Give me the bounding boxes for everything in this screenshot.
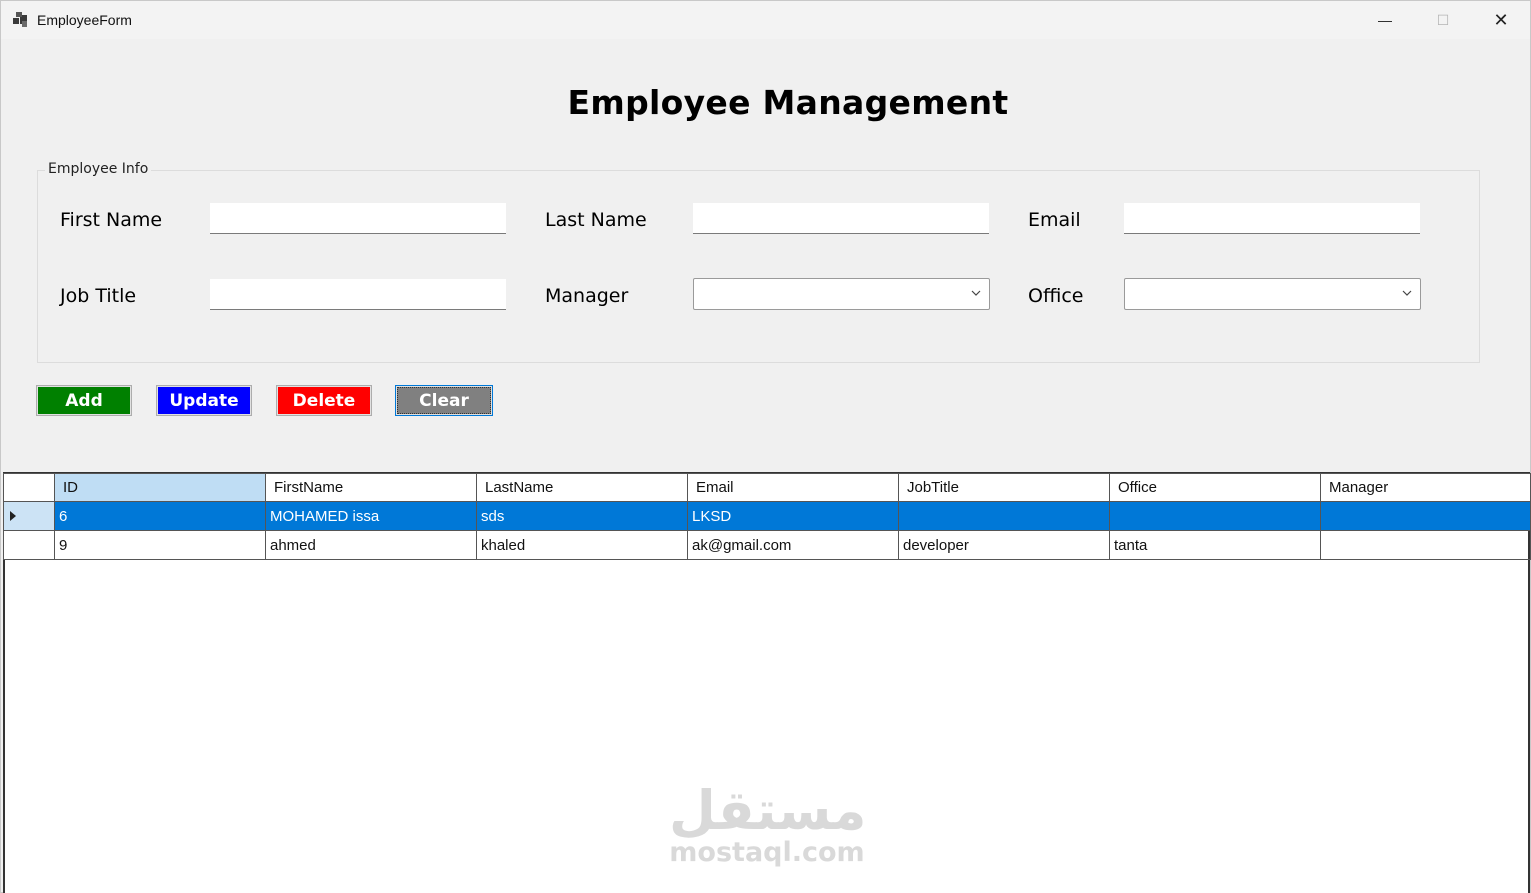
minimize-icon: — [1378,12,1392,28]
employees-table: ID FirstName LastName Email JobTitle Off… [3,473,1531,560]
column-header-office[interactable]: Office [1109,473,1321,502]
first-name-field[interactable] [210,203,506,234]
app-icon [13,12,27,27]
update-button[interactable]: Update [156,385,252,416]
cell-jobtitle[interactable]: developer [898,530,1110,560]
office-label: Office [1028,285,1084,307]
update-button-label: Update [158,387,250,414]
clear-button[interactable]: Clear [395,385,493,416]
cell-manager[interactable] [1320,530,1531,560]
column-header-jobtitle[interactable]: JobTitle [898,473,1110,502]
column-header-firstname[interactable]: FirstName [265,473,477,502]
cell-email[interactable]: LKSD [687,501,899,531]
page-title: Employee Management [567,83,1009,122]
row-header[interactable] [3,501,55,531]
chevron-down-icon[interactable] [971,288,981,298]
row-header-corner[interactable] [3,473,55,502]
chevron-down-icon[interactable] [1402,288,1412,298]
add-button-label: Add [38,387,130,414]
close-button[interactable]: ✕ [1472,1,1530,39]
column-header-manager[interactable]: Manager [1320,473,1531,502]
job-title-field[interactable] [210,279,506,310]
cell-firstname[interactable]: MOHAMED issa [265,501,477,531]
column-header-email[interactable]: Email [687,473,899,502]
cell-id[interactable]: 9 [54,530,266,560]
close-icon: ✕ [1493,9,1509,30]
cell-id[interactable]: 6 [54,501,266,531]
table-row[interactable]: 6 MOHAMED issa sds LKSD [3,501,1531,531]
column-header-lastname[interactable]: LastName [476,473,688,502]
clear-button-label: Clear [397,387,491,414]
row-header[interactable] [3,530,55,560]
minimize-button[interactable]: — [1356,1,1414,39]
cell-jobtitle[interactable] [898,501,1110,531]
cell-office[interactable] [1109,501,1321,531]
email-label: Email [1028,209,1081,231]
email-field[interactable] [1124,203,1420,234]
manager-label: Manager [545,285,629,307]
cell-email[interactable]: ak@gmail.com [687,530,899,560]
last-name-field[interactable] [693,203,989,234]
mostaql-watermark: مستقل mostaql.com [669,779,867,869]
office-combobox[interactable] [1124,278,1421,310]
table-row[interactable]: 9 ahmed khaled ak@gmail.com developer ta… [3,530,1531,560]
job-title-label: Job Title [60,285,137,307]
title-bar[interactable]: EmployeeForm — ☐ ✕ [1,1,1530,39]
cell-lastname[interactable]: khaled [476,530,688,560]
maximize-icon: ☐ [1436,11,1450,28]
table-header-row: ID FirstName LastName Email JobTitle Off… [3,473,1531,502]
window-title: EmployeeForm [37,12,132,28]
current-row-arrow-icon [10,511,16,521]
watermark-text: mostaql.com [669,837,865,868]
groupbox-legend: Employee Info [45,161,152,177]
last-name-label: Last Name [545,209,647,231]
cell-manager[interactable] [1320,501,1531,531]
manager-combobox[interactable] [693,278,990,310]
add-button[interactable]: Add [36,385,132,416]
employee-form-window: EmployeeForm — ☐ ✕ Employee Management E… [0,0,1531,893]
cell-office[interactable]: tanta [1109,530,1321,560]
employee-info-groupbox [37,170,1480,363]
column-header-id[interactable]: ID [54,473,266,502]
first-name-label: First Name [60,209,163,231]
cell-lastname[interactable]: sds [476,501,688,531]
maximize-button[interactable]: ☐ [1414,1,1472,39]
watermark-logo: مستقل [669,779,867,842]
delete-button-label: Delete [278,387,370,414]
delete-button[interactable]: Delete [276,385,372,416]
cell-firstname[interactable]: ahmed [265,530,477,560]
